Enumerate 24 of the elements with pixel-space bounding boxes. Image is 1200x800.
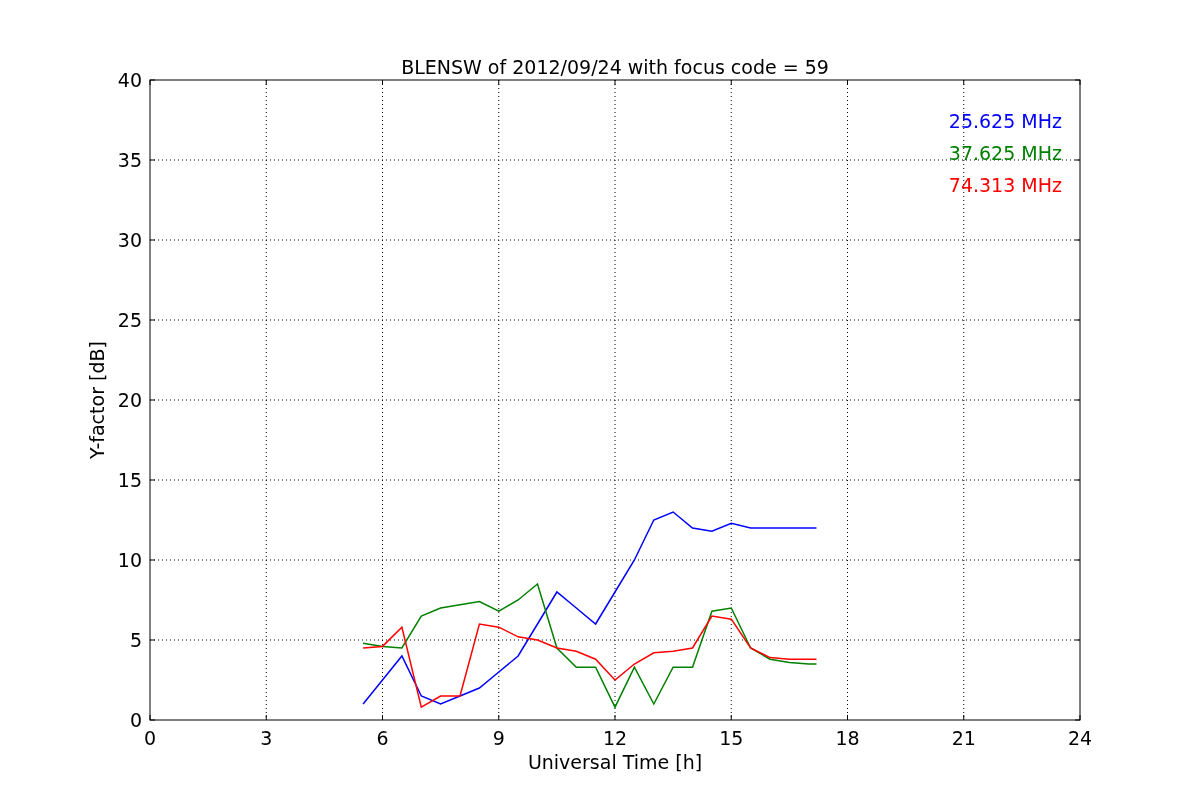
x-tick-label: 0 — [143, 727, 157, 749]
x-tick-label: 3 — [260, 727, 273, 749]
x-tick-label: 21 — [951, 727, 976, 749]
legend-label: 25.625 MHz — [948, 110, 1062, 132]
y-tick-label: 30 — [117, 229, 142, 251]
y-axis-label: Y-factor [dB] — [86, 341, 108, 459]
y-tick-label: 35 — [117, 149, 142, 171]
x-tick-label: 18 — [835, 727, 860, 749]
y-tick-label: 20 — [117, 389, 142, 411]
y-tick-label: 10 — [117, 549, 142, 571]
y-tick-label: 40 — [117, 69, 142, 91]
y-tick-label: 0 — [129, 709, 142, 731]
x-axis-label: Universal Time [h] — [527, 751, 703, 773]
legend-label: 37.625 MHz — [948, 142, 1062, 164]
x-tick-label: 15 — [719, 727, 744, 749]
x-tick-label: 24 — [1067, 727, 1093, 749]
y-tick-label: 25 — [117, 309, 142, 331]
legend-label: 74.313 MHz — [948, 174, 1062, 196]
x-tick-label: 9 — [492, 727, 505, 749]
chart-title: BLENSW of 2012/09/24 with focus code = 59 — [401, 56, 829, 78]
y-tick-label: 15 — [117, 469, 142, 491]
x-tick-label: 12 — [602, 727, 628, 749]
x-tick-label: 6 — [376, 727, 389, 749]
y-tick-label: 5 — [129, 629, 142, 651]
